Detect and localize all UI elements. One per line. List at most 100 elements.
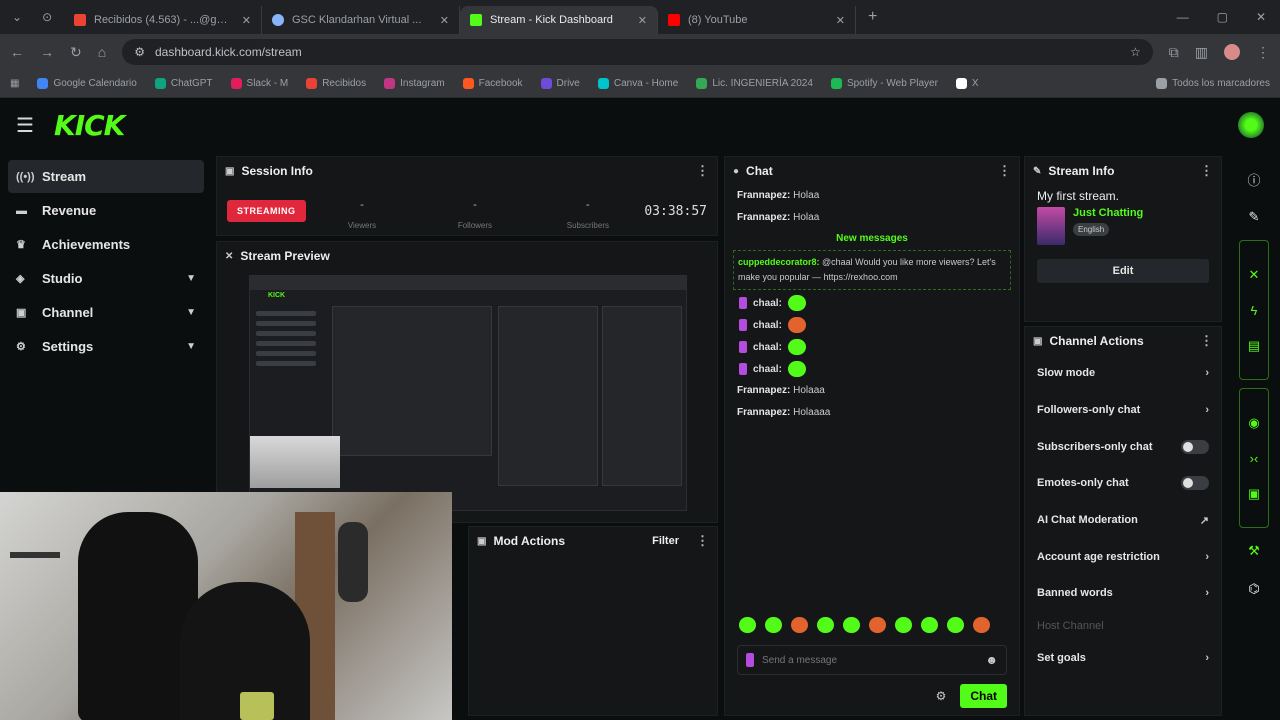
bookmark-item[interactable]: Slack - M bbox=[230, 78, 288, 89]
emote-icon[interactable] bbox=[843, 617, 860, 633]
chevron-down-icon: ▼ bbox=[186, 273, 196, 284]
browser-tab-gmail[interactable]: Recibidos (4.563) - ...@gmail... ✕ bbox=[64, 6, 262, 34]
forward-icon[interactable]: → bbox=[40, 44, 54, 60]
bookmark-item[interactable]: Drive bbox=[540, 78, 580, 89]
bookmark-item[interactable]: Instagram bbox=[384, 78, 445, 89]
emote-icon[interactable] bbox=[947, 617, 964, 633]
close-tab-icon[interactable]: ✕ bbox=[440, 14, 449, 27]
stream-category[interactable]: Just Chatting bbox=[1073, 207, 1143, 219]
close-tab-icon[interactable]: ✕ bbox=[836, 14, 845, 27]
preview-icon: ✕ bbox=[225, 250, 234, 262]
slow-mode-action[interactable]: Slow mode › bbox=[1025, 355, 1221, 392]
emotes-only-toggle[interactable] bbox=[1181, 476, 1209, 491]
subscribers-only-toggle[interactable] bbox=[1181, 439, 1209, 454]
filter-button[interactable]: Filter bbox=[652, 535, 679, 547]
edit-stream-info-button[interactable]: Edit bbox=[1037, 259, 1209, 283]
reload-icon[interactable]: ↻ bbox=[70, 44, 82, 61]
sidepanel-icon[interactable]: ▥ bbox=[1195, 44, 1208, 61]
stream-title: My first stream. bbox=[1037, 189, 1120, 203]
bookmark-item[interactable]: Spotify - Web Player bbox=[830, 78, 938, 89]
quick-emote-bar bbox=[739, 617, 990, 633]
camera-icon[interactable]: ▣ bbox=[1248, 486, 1260, 502]
minimize-icon[interactable]: — bbox=[1177, 10, 1189, 24]
browser-tab-gsc[interactable]: GSC Klandarhan Virtual ... ✕ bbox=[262, 6, 460, 34]
tab-menu-icon[interactable]: ⌄ bbox=[12, 10, 22, 24]
emote-icon[interactable] bbox=[973, 617, 990, 633]
sidebar-item-channel[interactable]: ▣ Channel ▼ bbox=[8, 296, 204, 329]
user-avatar[interactable] bbox=[1238, 112, 1264, 138]
browser-tab-youtube[interactable]: (8) YouTube ✕ bbox=[658, 6, 856, 34]
site-info-icon[interactable]: ⚙ bbox=[134, 45, 145, 59]
home-icon[interactable]: ⌂ bbox=[98, 44, 106, 60]
ai-moderation-action[interactable]: AI Chat Moderation ↗ bbox=[1025, 502, 1221, 539]
bookmark-item[interactable]: Todos los marcadores bbox=[1156, 78, 1270, 89]
panel-header: ▣ Session Info ⋮ bbox=[225, 163, 709, 179]
menu-icon[interactable]: ☰ bbox=[16, 113, 38, 138]
chat-settings-gear-icon[interactable]: ⚙ bbox=[936, 689, 947, 703]
stream-preview-video[interactable]: KICK bbox=[249, 275, 687, 511]
session-info-panel: ▣ Session Info ⋮ STREAMING - Viewers - Follo… bbox=[216, 156, 718, 236]
back-icon[interactable]: ← bbox=[10, 44, 24, 60]
more-options-icon[interactable]: ⋮ bbox=[1200, 333, 1213, 349]
more-options-icon[interactable]: ⋮ bbox=[696, 533, 709, 549]
streaming-status-button[interactable]: STREAMING bbox=[227, 200, 306, 222]
info-icon[interactable]: ⓘ bbox=[1239, 160, 1269, 198]
set-goals-action[interactable]: Set goals › bbox=[1025, 640, 1221, 677]
new-messages-indicator[interactable]: New messages bbox=[725, 229, 1019, 248]
followers-only-action[interactable]: Followers-only chat › bbox=[1025, 392, 1221, 429]
extensions-icon[interactable]: ⧉ bbox=[1169, 44, 1179, 61]
network-icon[interactable]: ⌬ bbox=[1239, 570, 1269, 608]
tab-search-icon[interactable]: ⊙ bbox=[42, 10, 52, 24]
gear-icon: ⚙ bbox=[16, 341, 26, 353]
emote-icon[interactable] bbox=[791, 617, 808, 633]
chat-message: Frannapez: Holaa bbox=[737, 190, 820, 201]
new-tab-icon[interactable]: + bbox=[868, 8, 877, 26]
bookmark-item[interactable]: X bbox=[955, 78, 979, 89]
close-tab-icon[interactable]: ✕ bbox=[638, 14, 647, 27]
browser-tab-kick[interactable]: Stream - Kick Dashboard ✕ bbox=[460, 6, 658, 34]
close-window-icon[interactable]: ✕ bbox=[1256, 10, 1266, 24]
emotes-only-action: Emotes-only chat bbox=[1025, 465, 1221, 502]
bookmark-item[interactable]: Canva - Home bbox=[597, 78, 678, 89]
sidebar-item-achievements[interactable]: ♛ Achievements bbox=[8, 228, 204, 261]
send-chat-button[interactable]: Chat bbox=[960, 684, 1007, 708]
emote-icon[interactable] bbox=[895, 617, 912, 633]
emote-icon[interactable] bbox=[921, 617, 938, 633]
emote-icon[interactable] bbox=[765, 617, 782, 633]
bookmark-star-icon[interactable]: ☆ bbox=[1130, 45, 1141, 59]
maximize-icon[interactable]: ▢ bbox=[1217, 10, 1228, 24]
url-field[interactable]: ⚙ dashboard.kick.com/stream ☆ bbox=[122, 39, 1153, 65]
bookmark-item[interactable]: Recibidos bbox=[306, 78, 366, 89]
bookmark-item[interactable]: ChatGPT bbox=[154, 78, 213, 89]
account-age-action[interactable]: Account age restriction › bbox=[1025, 538, 1221, 575]
bookmark-item[interactable]: Facebook bbox=[462, 78, 523, 89]
bookmark-item[interactable]: Lic. INGENIERÍA 2024 bbox=[696, 78, 813, 89]
code-icon[interactable]: ›‹ bbox=[1250, 451, 1259, 466]
profile-avatar[interactable] bbox=[1224, 44, 1240, 60]
sidebar-item-stream[interactable]: ((•)) Stream bbox=[8, 160, 204, 193]
sidebar-item-settings[interactable]: ⚙ Settings ▼ bbox=[8, 330, 204, 363]
kick-logo[interactable]: KICK bbox=[54, 109, 125, 142]
emote-icon[interactable] bbox=[817, 617, 834, 633]
banned-words-action[interactable]: Banned words › bbox=[1025, 575, 1221, 612]
browser-menu-icon[interactable]: ⋮ bbox=[1256, 44, 1270, 61]
channel-icon: ▣ bbox=[1033, 335, 1043, 347]
sidebar-item-studio[interactable]: ◈ Studio ▼ bbox=[8, 262, 204, 295]
more-options-icon[interactable]: ⋮ bbox=[1200, 163, 1213, 179]
chat-tool-icon[interactable]: ▤ bbox=[1248, 338, 1260, 354]
eye-icon[interactable]: ◉ bbox=[1248, 415, 1259, 431]
bookmark-item[interactable]: Google Calendario bbox=[37, 78, 137, 89]
wrench-icon[interactable]: ⚒ bbox=[1239, 532, 1269, 570]
chat-message-input[interactable]: Send a message ☻ bbox=[737, 645, 1007, 675]
emoji-picker-icon[interactable]: ☻ bbox=[985, 653, 998, 667]
emote-icon[interactable] bbox=[869, 617, 886, 633]
sidebar-item-revenue[interactable]: ▬ Revenue bbox=[8, 194, 204, 227]
more-options-icon[interactable]: ⋮ bbox=[696, 163, 709, 179]
cross-tool-icon[interactable]: ✕ bbox=[1249, 267, 1260, 283]
lightning-icon[interactable]: ϟ bbox=[1251, 303, 1258, 318]
more-options-icon[interactable]: ⋮ bbox=[998, 163, 1011, 179]
emote-icon[interactable] bbox=[739, 617, 756, 633]
apps-icon[interactable]: ▦ bbox=[10, 78, 19, 89]
pencil-icon[interactable]: ✎ bbox=[1239, 198, 1269, 236]
close-tab-icon[interactable]: ✕ bbox=[242, 14, 251, 27]
